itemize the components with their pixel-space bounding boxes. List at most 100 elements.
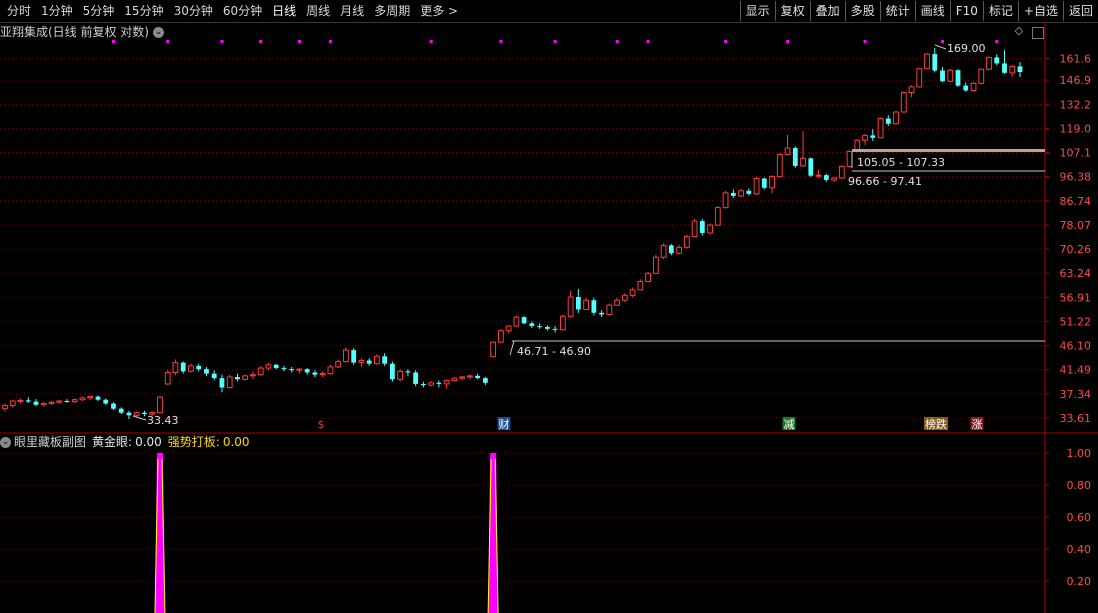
signal-dot — [786, 40, 790, 43]
candle-body — [714, 207, 721, 226]
candle-body — [885, 118, 891, 124]
event-marker-label: 榜跌 — [925, 417, 947, 431]
candle-body — [111, 403, 116, 409]
signal-dot — [724, 40, 728, 43]
candle-body — [289, 369, 295, 371]
price-tick-label: 41.49 — [1060, 364, 1092, 377]
candle-body — [994, 57, 1000, 64]
candle-body — [172, 362, 179, 373]
candle-body — [242, 375, 249, 380]
candle-body — [614, 299, 621, 306]
event-marker-label: $ — [318, 418, 325, 431]
candle-body — [707, 224, 713, 234]
price-tick-label: 146.9 — [1060, 74, 1092, 87]
candle-body — [40, 403, 47, 406]
close-panel-icon[interactable] — [1032, 27, 1044, 39]
indicator-name: 眼里藏板副图 — [14, 435, 87, 449]
candle-body — [645, 272, 651, 282]
candle-body — [413, 372, 419, 384]
candle-body — [87, 396, 94, 399]
signal-dot — [111, 40, 115, 43]
candle-body — [978, 68, 985, 84]
candle-body — [529, 323, 535, 327]
candle-body — [846, 150, 853, 167]
candle-body — [273, 364, 279, 369]
candle-body — [621, 294, 628, 301]
signal-dot — [499, 40, 503, 43]
candle-body — [157, 396, 163, 414]
range-band-2 — [852, 149, 1045, 152]
candle-body — [48, 401, 55, 405]
candle-body — [118, 408, 124, 413]
candle-body — [940, 70, 945, 82]
candle-body — [1002, 63, 1007, 73]
candle-body — [537, 326, 543, 328]
candle-body — [497, 330, 504, 343]
candle-body — [761, 178, 767, 188]
range-label-1: 46.71 - 46.90 — [517, 345, 591, 358]
event-marker-label: 减 — [784, 418, 795, 431]
candle-body — [265, 364, 272, 369]
candle-body — [815, 174, 822, 177]
signal-dot — [646, 40, 650, 43]
chevron-down-icon[interactable]: ⌄ — [153, 27, 164, 38]
candle-body — [281, 368, 287, 370]
candle-body — [17, 399, 24, 402]
candle-body — [823, 175, 829, 180]
candle-body — [877, 118, 884, 139]
diamond-icon[interactable]: ◇ — [1012, 24, 1026, 38]
candle-body — [800, 157, 806, 167]
price-tick-label: 56.91 — [1060, 291, 1092, 304]
price-tick-label: 86.74 — [1060, 195, 1092, 208]
candle-body — [343, 349, 349, 363]
candle-body — [652, 256, 659, 274]
candle-body — [436, 382, 442, 384]
candle-body — [738, 190, 744, 197]
price-tick-label: 161.6 — [1060, 52, 1092, 65]
event-marker-label: 财 — [499, 417, 510, 431]
candle-body — [924, 53, 930, 70]
candle-body — [559, 315, 566, 331]
candle-body — [226, 376, 233, 388]
candle-body — [629, 289, 636, 296]
candle-body — [327, 366, 334, 375]
chevron-down-icon[interactable]: ⌄ — [0, 437, 11, 448]
candle-body — [211, 373, 217, 379]
price-tick-label: 78.07 — [1060, 219, 1092, 232]
candle-body — [390, 363, 395, 380]
candle-body — [382, 356, 388, 364]
strong-board-value: 0.00 — [222, 435, 250, 449]
candle-body — [583, 299, 590, 310]
price-tick-label: 63.24 — [1060, 267, 1092, 280]
candle-body — [908, 86, 915, 93]
candle-body — [838, 165, 845, 179]
signal-dot — [328, 40, 332, 43]
candle-body — [257, 367, 264, 376]
price-tick-label: 107.1 — [1060, 146, 1092, 159]
candle-body — [1017, 66, 1023, 72]
candle-body — [591, 300, 597, 313]
kline-chart[interactable]: 161.6 146.9 132.2 119.0 107.1 96.38 86.74 78.07… — [0, 0, 1098, 613]
candle-body — [204, 369, 209, 374]
candle-body — [312, 372, 318, 375]
range-connector-1 — [509, 340, 515, 356]
candle-body — [71, 399, 78, 403]
candle-body — [683, 236, 690, 248]
signal-dot — [220, 40, 224, 43]
candle-body — [126, 412, 132, 416]
sub-tick-label: 0.20 — [1067, 575, 1092, 588]
candle-body — [428, 382, 435, 386]
candle-body — [235, 376, 240, 380]
candle-body — [955, 70, 961, 86]
candle-body — [769, 176, 775, 189]
candle-body — [746, 190, 752, 194]
candle-body — [95, 396, 101, 400]
candle-body — [56, 400, 63, 403]
candle-body — [599, 312, 605, 315]
price-tick-label: 70.26 — [1060, 243, 1092, 256]
candle-body — [552, 328, 558, 330]
strong-board-label: 强势打板: — [167, 435, 220, 449]
candle-body — [753, 178, 760, 195]
candle-body — [443, 379, 450, 385]
candle-body — [397, 370, 404, 380]
